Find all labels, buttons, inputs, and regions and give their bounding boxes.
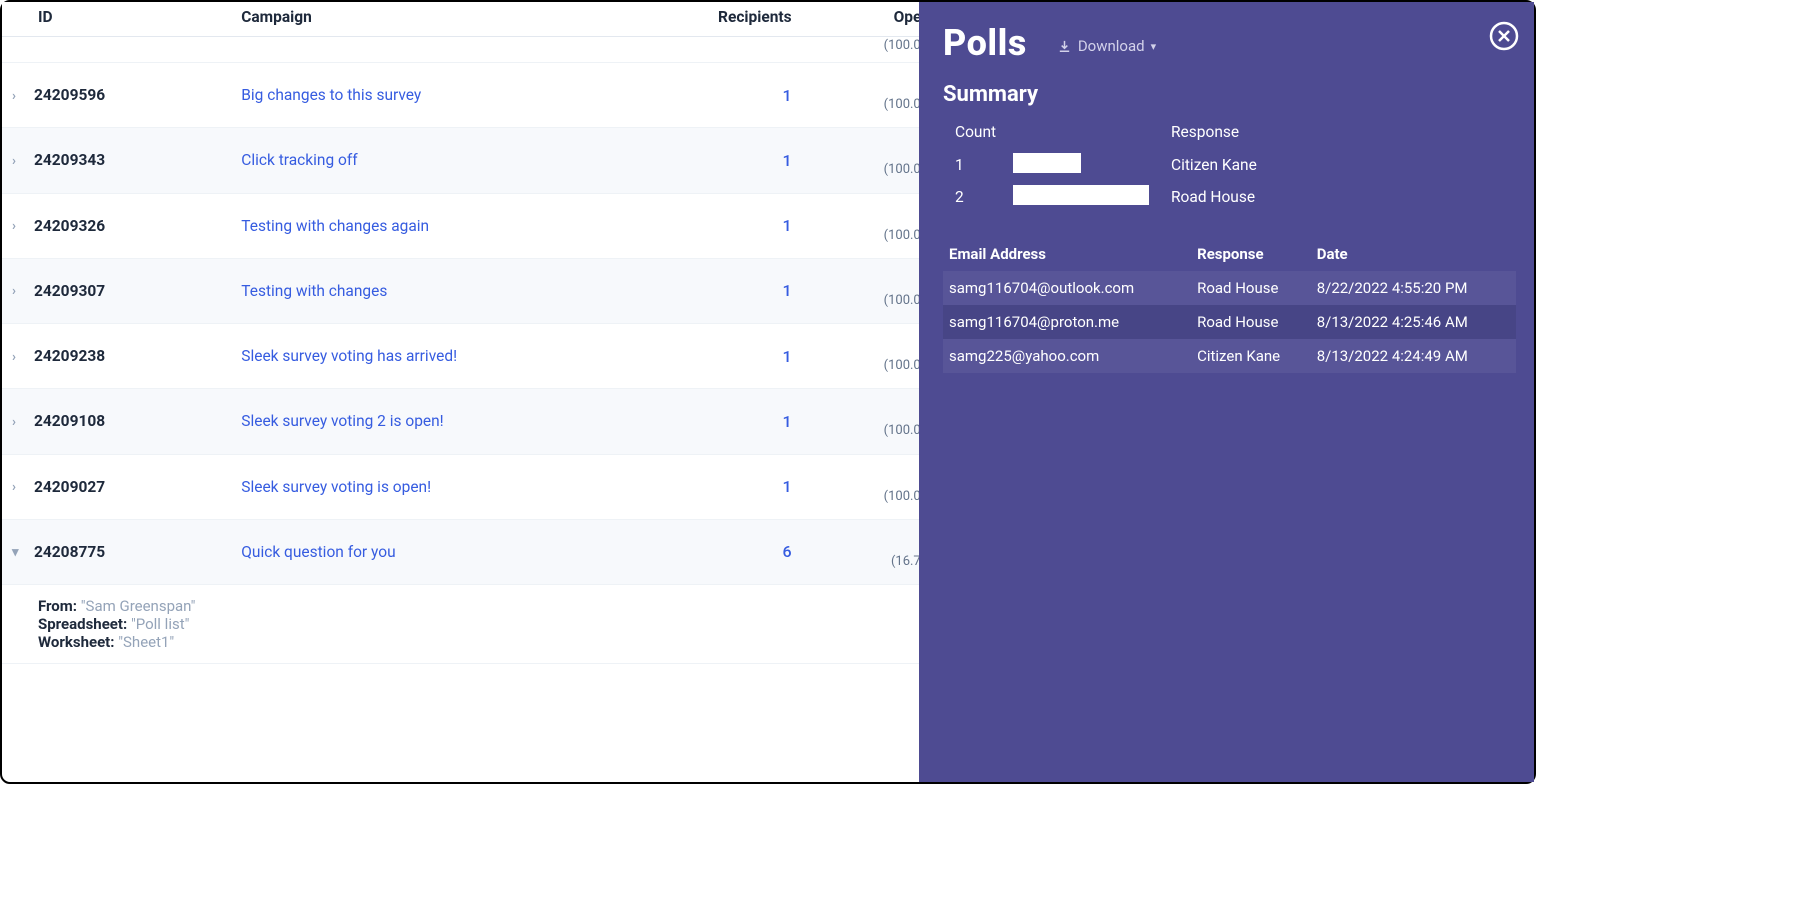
campaign-id: 24209343 [34, 151, 105, 169]
response-label: Response [1171, 123, 1516, 141]
campaign-name-link[interactable]: Click tracking off [233, 128, 613, 193]
spreadsheet-value[interactable]: "Poll list" [131, 615, 190, 633]
recipients-value[interactable]: 1 [613, 193, 799, 258]
spreadsheet-label: Spreadsheet: [38, 615, 131, 633]
campaign-id: 24209326 [34, 217, 105, 235]
response-row: samg116704@outlook.comRoad House8/22/202… [943, 271, 1516, 305]
col-response[interactable]: Response [1191, 237, 1311, 271]
response-row: samg116704@proton.meRoad House8/13/2022 … [943, 305, 1516, 339]
summary-count: 2 [955, 188, 1013, 206]
campaign-id: 24208775 [34, 543, 105, 561]
polls-panel: Polls Download ▾ Summary Count Response … [919, 2, 1534, 782]
response-email: samg225@yahoo.com [943, 339, 1191, 373]
campaign-name-link[interactable]: Big changes to this survey [233, 63, 613, 128]
response-row: samg225@yahoo.comCitizen Kane8/13/2022 4… [943, 339, 1516, 373]
campaign-name-link[interactable]: Sleek survey voting has arrived! [233, 324, 613, 389]
campaign-name-link[interactable]: Quick question for you [233, 519, 613, 584]
summary-row: 2 Road House [955, 181, 1516, 213]
campaign-id: 24209238 [34, 347, 105, 365]
response-value: Road House [1191, 305, 1311, 339]
summary-response: Road House [1171, 188, 1516, 206]
recipients-value[interactable]: 1 [613, 128, 799, 193]
summary-count: 1 [955, 156, 1013, 174]
col-date[interactable]: Date [1311, 237, 1516, 271]
summary-bar [1013, 153, 1081, 173]
from-label: From: [38, 597, 81, 615]
response-value: Citizen Kane [1191, 339, 1311, 373]
recipients-value[interactable]: 1 [613, 389, 799, 454]
chevron-right-icon[interactable]: › [12, 219, 26, 234]
chevron-right-icon[interactable]: › [12, 480, 26, 495]
campaign-name-link[interactable]: Sleek survey voting 2 is open! [233, 389, 613, 454]
from-value: "Sam Greenspan" [81, 597, 196, 615]
worksheet-label: Worksheet: [38, 633, 118, 651]
header-recipients[interactable]: Recipients [613, 2, 799, 37]
recipients-value[interactable]: 1 [613, 454, 799, 519]
count-label: Count [955, 123, 1013, 141]
campaign-id: 24209027 [34, 478, 105, 496]
response-email: samg116704@proton.me [943, 305, 1191, 339]
chevron-right-icon[interactable]: › [12, 415, 26, 430]
recipients-value[interactable]: 1 [613, 63, 799, 128]
recipients-value[interactable]: 1 [613, 258, 799, 323]
header-campaign[interactable]: Campaign [233, 2, 613, 37]
col-email[interactable]: Email Address [943, 237, 1191, 271]
summary-response: Citizen Kane [1171, 156, 1516, 174]
campaign-id: 24209108 [34, 412, 105, 430]
download-label: Download [1078, 37, 1145, 55]
summary-bar [1013, 185, 1149, 205]
response-date: 8/13/2022 4:24:49 AM [1311, 339, 1516, 373]
campaign-name-link[interactable]: Testing with changes [233, 258, 613, 323]
campaign-id: 24209596 [34, 86, 105, 104]
campaign-name-link[interactable]: Sleek survey voting is open! [233, 454, 613, 519]
chevron-right-icon[interactable]: › [12, 284, 26, 299]
response-date: 8/13/2022 4:25:46 AM [1311, 305, 1516, 339]
worksheet-value[interactable]: "Sheet1" [118, 633, 174, 651]
header-id[interactable]: ID [2, 2, 233, 37]
caret-down-icon: ▾ [1151, 40, 1157, 53]
chevron-down-icon[interactable]: ▾ [12, 545, 26, 560]
download-button[interactable]: Download ▾ [1057, 37, 1156, 55]
response-email: samg116704@outlook.com [943, 271, 1191, 305]
chevron-right-icon[interactable]: › [12, 154, 26, 169]
summary-header: Count Response [955, 119, 1516, 145]
chevron-right-icon[interactable]: › [12, 350, 26, 365]
summary-row: 1 Citizen Kane [955, 149, 1516, 181]
close-button[interactable] [1488, 20, 1520, 56]
chevron-right-icon[interactable]: › [12, 89, 26, 104]
recipients-value[interactable]: 1 [613, 324, 799, 389]
response-value: Road House [1191, 271, 1311, 305]
campaign-name-link[interactable]: Testing with changes again [233, 193, 613, 258]
responses-table: Email Address Response Date samg116704@o… [943, 237, 1516, 373]
download-icon [1057, 39, 1072, 54]
panel-title: Polls [943, 22, 1027, 64]
campaign-id: 24209307 [34, 282, 105, 300]
response-date: 8/22/2022 4:55:20 PM [1311, 271, 1516, 305]
recipients-value[interactable]: 6 [613, 519, 799, 584]
summary-heading: Summary [943, 82, 1516, 107]
